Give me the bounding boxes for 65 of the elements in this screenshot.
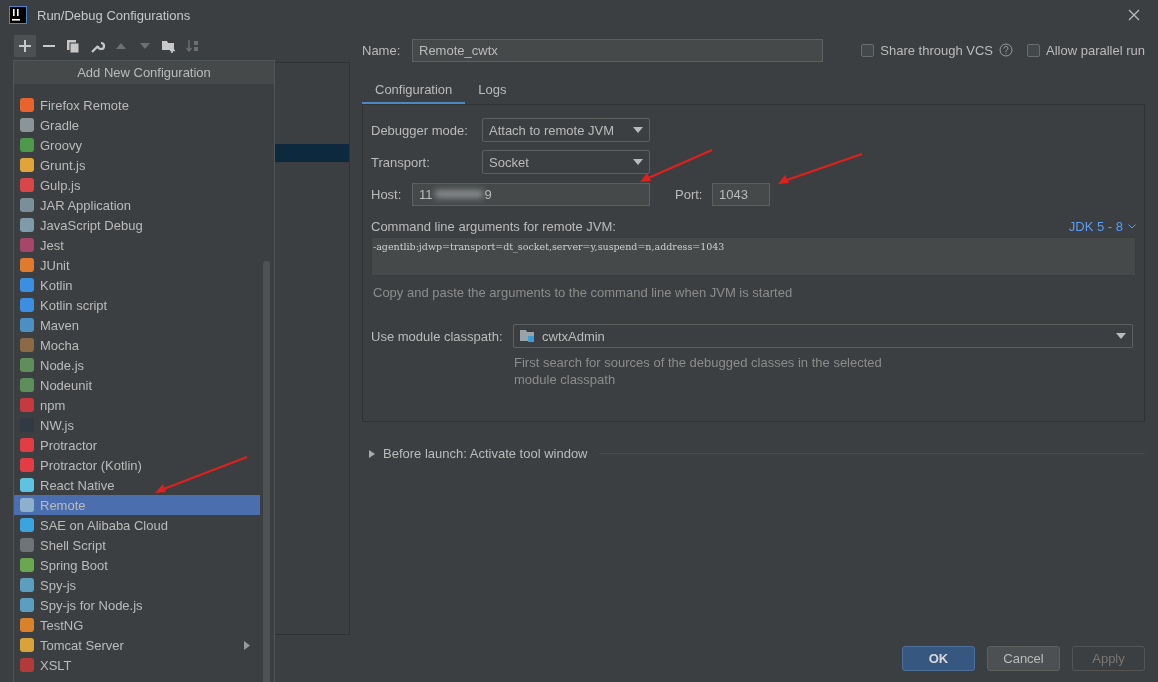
menu-item[interactable]: Spy-js xyxy=(14,575,260,595)
host-label: Host: xyxy=(371,186,403,202)
command-line-label: Command line arguments for remote JVM: xyxy=(371,219,616,234)
name-field[interactable]: Remote_cwtx xyxy=(412,38,823,62)
menu-item[interactable]: Groovy xyxy=(14,135,260,155)
debugger-mode-dropdown[interactable]: Attach to remote JVM xyxy=(482,118,650,142)
menu-item[interactable]: Maven xyxy=(14,315,260,335)
menu-item[interactable]: Jest xyxy=(14,235,260,255)
hint-text: First search for sources of the debugged classes in the selected module classpath xyxy=(514,354,883,388)
checkbox-label: Allow parallel run xyxy=(1046,42,1145,58)
menu-item[interactable]: Mocha xyxy=(14,335,260,355)
menu-item[interactable]: Node.js xyxy=(14,355,260,375)
tab[interactable]: Logs xyxy=(465,76,520,105)
menu-item[interactable]: Kotlin script xyxy=(14,295,260,315)
jdk-version-link[interactable]: JDK 5 - 8 xyxy=(1068,219,1123,234)
checkbox-label: Share through VCS xyxy=(880,42,993,58)
menu-item[interactable]: Protractor (Kotlin) xyxy=(14,455,260,475)
menu-item[interactable]: Spy-js for Node.js xyxy=(14,595,260,615)
debugger-mode-label: Debugger mode: xyxy=(371,122,469,138)
help-icon[interactable] xyxy=(999,43,1013,57)
menu-item[interactable]: Kotlin xyxy=(14,275,260,295)
dialog-button[interactable]: OK xyxy=(902,646,975,671)
menu-item[interactable]: Nodeunit xyxy=(14,375,260,395)
menu-item[interactable]: Firefox Remote xyxy=(14,95,260,115)
dropdown-arrow-icon xyxy=(633,127,643,133)
before-launch-label[interactable]: Before launch: Activate tool window xyxy=(383,446,588,461)
dropdown-arrow-icon xyxy=(633,159,643,165)
menu-item[interactable]: TestNG xyxy=(14,615,260,635)
module-classpath-label: Use module classpath: xyxy=(371,328,504,344)
transport-label: Transport: xyxy=(371,154,431,170)
menu-item[interactable]: Spring Boot xyxy=(14,555,260,575)
menu-item[interactable]: Shell Script xyxy=(14,535,260,555)
name-label: Name: xyxy=(362,42,402,58)
menu-item[interactable]: React Native xyxy=(14,475,260,495)
close-icon[interactable] xyxy=(1128,9,1140,21)
popup-title: Add New Configuration xyxy=(14,61,274,84)
menu-item[interactable]: Protractor xyxy=(14,435,260,455)
menu-item[interactable]: Tomcat Server xyxy=(14,635,260,655)
module-folder-icon xyxy=(520,329,536,343)
menu-item[interactable]: Gulp.js xyxy=(14,175,260,195)
menu-item[interactable]: JUnit xyxy=(14,255,260,275)
menu-item[interactable]: NW.js xyxy=(14,415,260,435)
dropdown-arrow-icon xyxy=(1116,333,1126,339)
expand-icon[interactable] xyxy=(368,449,376,458)
port-field[interactable]: 1043 xyxy=(712,182,770,206)
transport-dropdown[interactable]: Socket xyxy=(482,150,650,174)
host-field[interactable]: 11 9 xyxy=(412,182,650,206)
chevron-down-icon[interactable] xyxy=(1128,224,1136,229)
checkbox[interactable] xyxy=(1027,43,1040,57)
menu-item[interactable]: SAE on Alibaba Cloud xyxy=(14,515,260,535)
checkbox[interactable] xyxy=(861,43,875,57)
dialog-button[interactable]: Cancel xyxy=(987,646,1060,671)
app-logo-icon xyxy=(9,6,27,24)
port-label: Port: xyxy=(675,186,704,202)
window-title: Run/Debug Configurations xyxy=(37,7,191,23)
module-classpath-dropdown[interactable]: cwtxAdmin xyxy=(513,324,1133,348)
menu-item[interactable]: npm xyxy=(14,395,260,415)
menu-item[interactable]: Grunt.js xyxy=(14,155,260,175)
menu-item[interactable]: Gradle xyxy=(14,115,260,135)
menu-item[interactable]: XSLT xyxy=(14,655,260,675)
menu-item[interactable]: JAR Application xyxy=(14,195,260,215)
hint-text: Copy and paste the arguments to the command line when JVM is started xyxy=(372,285,794,300)
menu-item[interactable]: JavaScript Debug xyxy=(14,215,260,235)
command-line-area[interactable]: -agentlib:jdwp=transport=dt_socket,server=y,suspend=n,address=1043 xyxy=(371,237,1136,276)
add-icon[interactable] xyxy=(14,35,36,57)
